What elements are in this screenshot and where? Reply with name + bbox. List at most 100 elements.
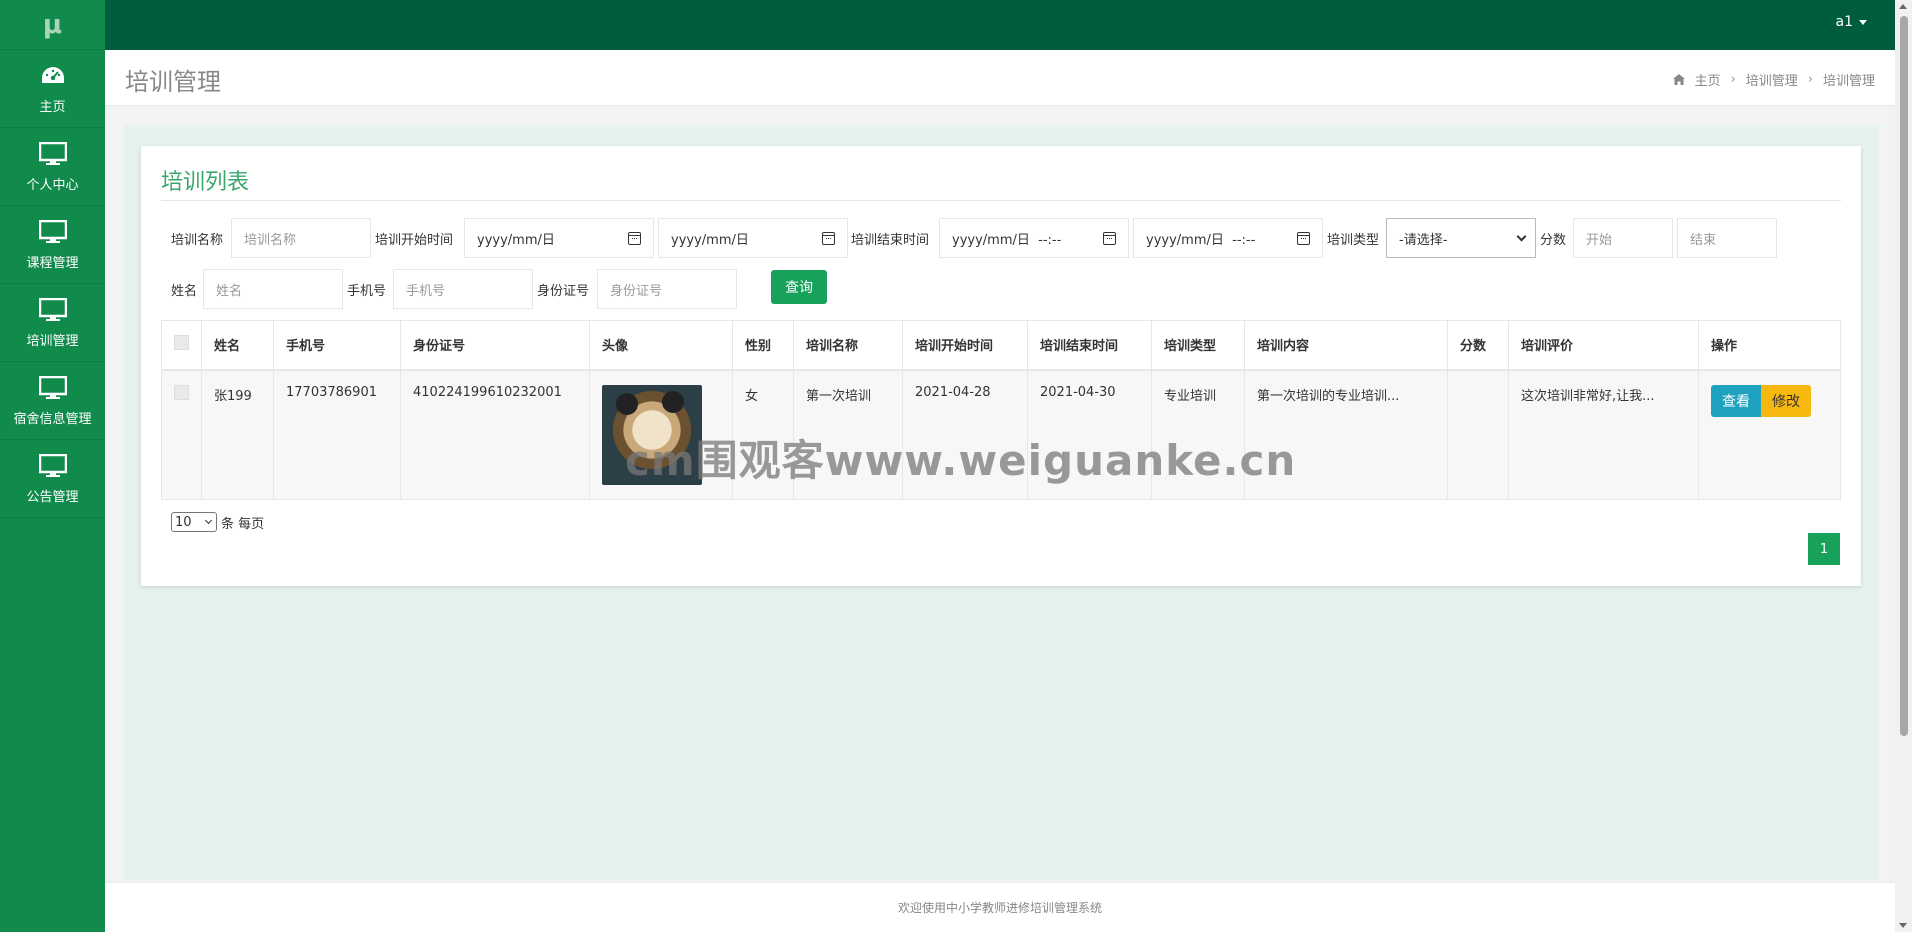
end-time-label: 培训结束时间 xyxy=(851,233,930,248)
page-size-control: 10 条 每页 xyxy=(171,512,264,532)
cell-score xyxy=(1447,369,1509,500)
end-datetime-from-input[interactable]: yyyy/mm/日 --:-- xyxy=(939,218,1129,258)
column-header: 操作 xyxy=(1698,320,1841,371)
calendar-icon[interactable] xyxy=(822,232,835,245)
scrollbar[interactable] xyxy=(1895,0,1912,932)
training-name-input[interactable]: 培训名称 xyxy=(231,218,371,258)
watermark: cm围观客www.weiguanke.cn xyxy=(625,436,1297,485)
sidebar-item-dormitory[interactable]: 宿舍信息管理 xyxy=(0,362,105,440)
edit-button[interactable]: 修改 xyxy=(1761,384,1811,417)
page-size-select[interactable]: 10 xyxy=(171,512,217,532)
column-header[interactable]: 性别 xyxy=(732,320,794,371)
training-type-select[interactable]: -请选择- xyxy=(1386,218,1536,258)
start-time-label: 培训开始时间 xyxy=(375,233,454,248)
sidebar-item-notices[interactable]: 公告管理 xyxy=(0,440,105,518)
chevron-down-icon xyxy=(204,516,213,525)
score-from-input[interactable]: 开始 xyxy=(1573,218,1673,258)
person-name-label: 姓名 xyxy=(171,284,198,299)
phone-label: 手机号 xyxy=(347,284,387,299)
scroll-thumb[interactable] xyxy=(1900,16,1908,736)
start-date-to-input[interactable]: yyyy/mm/日 xyxy=(658,218,848,258)
cell-id-number: 410224199610232001 xyxy=(400,369,590,500)
phone-input[interactable]: 手机号 xyxy=(393,269,533,309)
breadcrumb-current: 培训管理 xyxy=(1822,74,1875,89)
view-button[interactable]: 查看 xyxy=(1711,384,1761,417)
column-header[interactable]: 身份证号 xyxy=(400,320,590,371)
person-name-input[interactable]: 姓名 xyxy=(203,269,343,309)
monitor-icon xyxy=(38,374,68,402)
query-button[interactable]: 查询 xyxy=(771,270,827,304)
page-size-value: 10 xyxy=(175,514,192,530)
breadcrumb-item[interactable]: 培训管理 xyxy=(1746,70,1798,89)
divider xyxy=(161,200,1841,201)
user-menu[interactable]: a1 xyxy=(1835,14,1867,30)
sidebar: μ 主页 个人中心 课程管理 培训管理 宿舍信息管理 公告管理 xyxy=(0,0,105,932)
select-all-checkbox[interactable] xyxy=(174,335,189,351)
training-type-label: 培训类型 xyxy=(1327,233,1380,248)
sidebar-item-label: 宿舍信息管理 xyxy=(13,412,92,427)
page-title: 培训管理 xyxy=(125,68,221,96)
panel-title: 培训列表 xyxy=(161,170,250,195)
column-header[interactable]: 头像 xyxy=(589,320,733,371)
dashboard-icon xyxy=(38,62,68,90)
caret-down-icon xyxy=(1859,19,1867,25)
sidebar-item-label: 培训管理 xyxy=(26,334,79,349)
sidebar-item-label: 课程管理 xyxy=(26,256,79,271)
id-number-input[interactable]: 身份证号 xyxy=(597,269,737,309)
page-header: 培训管理 主页 › 培训管理 › 培训管理 xyxy=(105,50,1895,106)
chevron-right-icon: › xyxy=(1730,72,1736,87)
calendar-icon[interactable] xyxy=(1103,232,1116,245)
column-header[interactable]: 培训内容 xyxy=(1244,320,1448,371)
sidebar-item-label: 个人中心 xyxy=(26,178,79,193)
page-button-1[interactable]: 1 xyxy=(1808,533,1840,565)
training-name-label: 培训名称 xyxy=(171,233,224,248)
score-to-input[interactable]: 结束 xyxy=(1677,218,1777,258)
footer: 欢迎使用中小学教师进修培训管理系统 xyxy=(105,882,1895,932)
breadcrumb: 主页 › 培训管理 › 培训管理 xyxy=(1672,70,1875,89)
column-header[interactable]: 分数 xyxy=(1447,320,1509,371)
score-label: 分数 xyxy=(1540,233,1567,248)
column-header[interactable]: 培训名称 xyxy=(793,320,903,371)
chevron-down-icon xyxy=(1516,231,1527,242)
column-header[interactable]: 培训开始时间 xyxy=(902,320,1028,371)
datetime-value: yyyy/mm/日 --:-- xyxy=(1146,232,1256,248)
row-checkbox[interactable] xyxy=(174,384,189,400)
chevron-right-icon: › xyxy=(1807,72,1813,87)
page-size-suffix: 条 每页 xyxy=(221,516,265,532)
column-header[interactable]: 培训结束时间 xyxy=(1027,320,1152,371)
date-value: yyyy/mm/日 xyxy=(477,232,555,248)
column-header[interactable]: 培训评价 xyxy=(1508,320,1699,371)
column-header[interactable]: 姓名 xyxy=(201,320,274,371)
cell-name: 张199 xyxy=(201,369,274,500)
date-value: yyyy/mm/日 xyxy=(671,232,749,248)
sidebar-item-profile[interactable]: 个人中心 xyxy=(0,128,105,206)
id-number-label: 身份证号 xyxy=(537,284,590,299)
breadcrumb-home[interactable]: 主页 xyxy=(1695,70,1721,89)
username: a1 xyxy=(1835,14,1854,30)
end-datetime-to-input[interactable]: yyyy/mm/日 --:-- xyxy=(1133,218,1323,258)
selected-option: -请选择- xyxy=(1399,232,1448,248)
table-header-row: 姓名 手机号 身份证号 头像 性别 培训名称 培训开始时间 培训结束时间 培训类… xyxy=(161,320,1841,371)
sidebar-item-home[interactable]: 主页 xyxy=(0,50,105,128)
monitor-icon xyxy=(38,296,68,324)
sidebar-item-training[interactable]: 培训管理 xyxy=(0,284,105,362)
logo: μ xyxy=(0,0,105,50)
scroll-up-arrow-icon[interactable] xyxy=(1899,4,1907,9)
monitor-icon xyxy=(38,140,68,168)
top-bar: a1 xyxy=(105,0,1895,50)
sidebar-item-courses[interactable]: 课程管理 xyxy=(0,206,105,284)
monitor-icon xyxy=(38,218,68,246)
home-icon xyxy=(1672,74,1685,85)
sidebar-item-label: 公告管理 xyxy=(26,490,79,505)
column-header[interactable]: 手机号 xyxy=(273,320,401,371)
sidebar-item-label: 主页 xyxy=(39,100,66,115)
start-date-from-input[interactable]: yyyy/mm/日 xyxy=(464,218,654,258)
column-header[interactable]: 培训类型 xyxy=(1151,320,1245,371)
cell-evaluation: 这次培训非常好,让我... xyxy=(1508,369,1699,500)
datetime-value: yyyy/mm/日 --:-- xyxy=(952,232,1062,248)
scroll-down-arrow-icon[interactable] xyxy=(1899,923,1907,928)
cell-actions: 查看 修改 xyxy=(1698,369,1841,500)
calendar-icon[interactable] xyxy=(628,232,641,245)
calendar-icon[interactable] xyxy=(1297,232,1310,245)
monitor-icon xyxy=(38,452,68,480)
